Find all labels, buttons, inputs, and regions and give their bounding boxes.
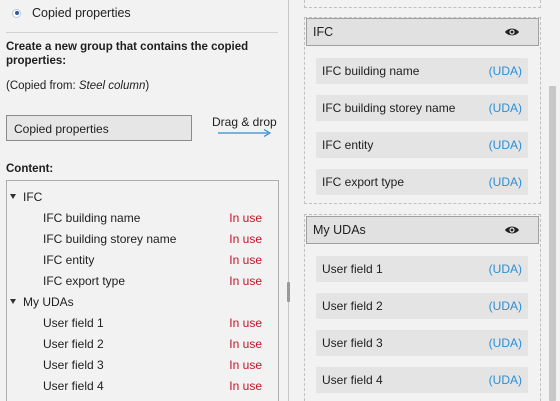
description-text: Create a new group that contains the cop… xyxy=(6,41,249,67)
uda-tag: (UDA) xyxy=(488,64,522,78)
eye-icon[interactable] xyxy=(504,224,520,236)
tree-group-my-udas[interactable]: My UDAs xyxy=(10,291,74,312)
property-name: User field 3 xyxy=(322,336,383,350)
section-header-my-udas[interactable]: My UDAs xyxy=(306,216,539,244)
property-name: IFC export type xyxy=(322,175,405,189)
uda-tag: (UDA) xyxy=(488,101,522,115)
property-name: User field 4 xyxy=(322,373,383,387)
tree-item[interactable]: User field 2 In use xyxy=(43,333,262,354)
drag-hint-label: Drag & drop xyxy=(212,115,277,129)
chevron-down-icon[interactable] xyxy=(10,299,16,304)
divider xyxy=(6,32,278,33)
tree-item-label: IFC entity xyxy=(43,252,95,267)
in-use-status: In use xyxy=(229,357,262,372)
copied-properties-option[interactable]: Copied properties xyxy=(12,4,131,22)
option-label: Copied properties xyxy=(32,6,131,20)
tree-item-label: User field 2 xyxy=(43,336,104,351)
panel-splitter[interactable] xyxy=(288,0,289,401)
radio-selected-icon[interactable] xyxy=(12,8,21,18)
drop-zone-top xyxy=(304,0,541,8)
uda-tag: (UDA) xyxy=(488,373,522,387)
tree-item[interactable]: IFC export type In use xyxy=(43,270,262,291)
tree-group-ifc[interactable]: IFC xyxy=(10,186,42,207)
splitter-grip-handle[interactable] xyxy=(287,282,290,302)
property-card[interactable]: IFC entity (UDA) xyxy=(316,132,528,158)
copied-from-suffix: ) xyxy=(145,80,150,92)
copied-from-source: Steel column xyxy=(78,80,146,92)
property-card[interactable]: User field 2 (UDA) xyxy=(316,293,528,319)
tree-group-label: IFC xyxy=(23,189,43,204)
tree-item[interactable]: User field 3 In use xyxy=(43,354,262,375)
in-use-status: In use xyxy=(229,210,262,225)
uda-tag: (UDA) xyxy=(488,138,522,152)
eye-icon[interactable] xyxy=(504,26,520,38)
scrollbar-thumb[interactable] xyxy=(549,86,556,401)
tree-item-label: User field 4 xyxy=(43,378,104,393)
arrow-right-icon xyxy=(218,128,272,138)
property-name: IFC building storey name xyxy=(322,101,456,115)
in-use-status: In use xyxy=(229,315,262,330)
tree-item-label: IFC export type xyxy=(43,273,126,288)
copied-from-text: (Copied from: Steel column) xyxy=(6,80,149,92)
tree-item[interactable]: User field 1 In use xyxy=(43,312,262,333)
property-card[interactable]: User field 3 (UDA) xyxy=(316,330,528,356)
uda-tag: (UDA) xyxy=(488,299,522,313)
chevron-down-icon[interactable] xyxy=(10,194,16,199)
property-card[interactable]: IFC building storey name (UDA) xyxy=(316,95,528,121)
content-label: Content: xyxy=(6,163,54,175)
in-use-status: In use xyxy=(229,336,262,351)
property-card[interactable]: IFC building name (UDA) xyxy=(316,58,528,84)
tree-item[interactable]: IFC entity In use xyxy=(43,249,262,270)
tree-item-label: IFC building name xyxy=(43,210,141,225)
property-card[interactable]: User field 4 (UDA) xyxy=(316,367,528,393)
tree-item-label: User field 3 xyxy=(43,357,104,372)
property-name: IFC building name xyxy=(322,64,420,78)
tree-group-label: My UDAs xyxy=(23,294,74,309)
uda-tag: (UDA) xyxy=(488,262,522,276)
in-use-status: In use xyxy=(229,273,262,288)
section-title: IFC xyxy=(313,25,334,39)
property-name: IFC entity xyxy=(322,138,374,152)
uda-tag: (UDA) xyxy=(488,175,522,189)
uda-tag: (UDA) xyxy=(488,336,522,350)
in-use-status: In use xyxy=(229,378,262,393)
in-use-status: In use xyxy=(229,252,262,267)
property-card[interactable]: User field 1 (UDA) xyxy=(316,256,528,282)
property-card[interactable]: IFC export type (UDA) xyxy=(316,169,528,195)
property-name: User field 2 xyxy=(322,299,383,313)
section-title: My UDAs xyxy=(313,223,366,237)
tree-item[interactable]: IFC building name In use xyxy=(43,207,262,228)
tree-item[interactable]: IFC building storey name In use xyxy=(43,228,262,249)
section-header-ifc[interactable]: IFC xyxy=(306,18,539,46)
tree-item[interactable]: User field 4 In use xyxy=(43,375,262,396)
new-group-draggable[interactable]: Copied properties xyxy=(6,115,192,141)
tree-item-label: User field 1 xyxy=(43,315,104,330)
in-use-status: In use xyxy=(229,231,262,246)
tree-item-label: IFC building storey name xyxy=(43,231,177,246)
property-name: User field 1 xyxy=(322,262,383,276)
copied-from-prefix: (Copied from: xyxy=(6,80,79,92)
